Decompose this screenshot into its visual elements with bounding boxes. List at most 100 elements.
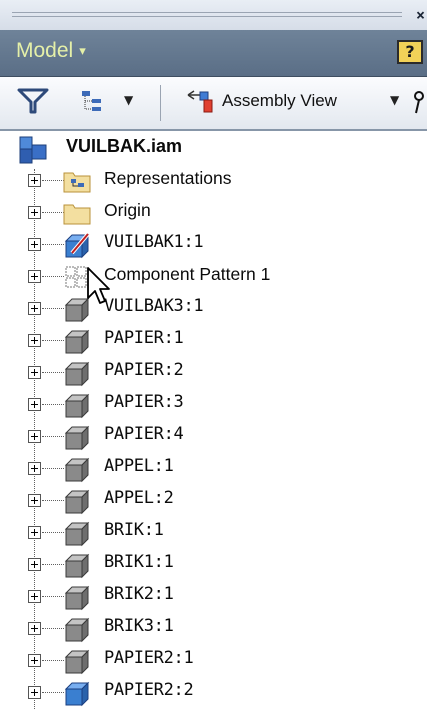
expand-icon[interactable] [28, 686, 41, 699]
expand-icon[interactable] [28, 174, 41, 187]
part-gray-icon [64, 585, 90, 611]
tree-item-label: VUILBAK3:1 [104, 296, 204, 316]
tree-item-label: Representations [104, 168, 232, 188]
toolbar-divider [160, 85, 161, 121]
expand-icon[interactable] [28, 590, 41, 603]
expand-icon[interactable] [28, 366, 41, 379]
tree-connector [42, 244, 64, 245]
tree-connector [42, 436, 64, 437]
expand-icon[interactable] [28, 654, 41, 667]
part-gray-icon [64, 361, 90, 387]
tree-connector [42, 660, 64, 661]
expand-icon[interactable] [28, 430, 41, 443]
tree-item-label: Component Pattern 1 [104, 264, 271, 284]
tree-item-appel-2[interactable]: APPEL:2 [0, 485, 427, 517]
tree-item-brik-1[interactable]: BRIK:1 [0, 517, 427, 549]
tree-item-label: PAPIER2:2 [104, 680, 194, 700]
tree-display-dropdown-icon[interactable]: ▼ [124, 93, 133, 107]
part-gray-icon [64, 521, 90, 547]
part-gray-icon [64, 329, 90, 355]
expand-icon[interactable] [28, 462, 41, 475]
tree-item-papier-2[interactable]: PAPIER:2 [0, 357, 427, 389]
mouse-pointer-icon [87, 267, 110, 304]
tree-item-brik1-1[interactable]: BRIK1:1 [0, 549, 427, 581]
expand-icon[interactable] [28, 302, 41, 315]
expand-icon[interactable] [28, 270, 41, 283]
chevron-down-icon: ▾ [79, 43, 86, 58]
tree-item-label: PAPIER:3 [104, 392, 184, 412]
tree-connector [42, 180, 64, 181]
tree-item-label: PAPIER2:1 [104, 648, 194, 668]
tree-connector [42, 532, 64, 533]
tree-item-label: APPEL:2 [104, 488, 174, 508]
tree-item-papier2-1[interactable]: PAPIER2:1 [0, 645, 427, 677]
tree-item-representations[interactable]: Representations [0, 165, 427, 197]
edit-part-icon [64, 232, 90, 259]
part-gray-icon [64, 649, 90, 675]
tree-item-vuilbak3[interactable]: VUILBAK3:1 [0, 293, 427, 325]
tree-item-papier2-2[interactable]: PAPIER2:2 [0, 677, 427, 709]
tree-item-label: Origin [104, 200, 151, 220]
tree-item-papier-1[interactable]: PAPIER:1 [0, 325, 427, 357]
part-blue-icon [64, 681, 90, 707]
tree-item-label: PAPIER:2 [104, 360, 184, 380]
expand-icon[interactable] [28, 334, 41, 347]
tree-item-vuilbak1[interactable]: VUILBAK1:1 [0, 229, 427, 261]
tree-connector [42, 692, 64, 693]
expand-icon[interactable] [28, 238, 41, 251]
part-gray-icon [64, 457, 90, 483]
expand-icon[interactable] [28, 398, 41, 411]
tree-item-brik2-1[interactable]: BRIK2:1 [0, 581, 427, 613]
tree-connector [42, 372, 64, 373]
tree-item-papier-4[interactable]: PAPIER:4 [0, 421, 427, 453]
tree-connector [42, 308, 64, 309]
tree-display-icon[interactable] [80, 89, 106, 115]
grip-line [12, 12, 402, 13]
part-gray-icon [64, 553, 90, 579]
tree-connector [42, 276, 64, 277]
tree-item-label: BRIK2:1 [104, 584, 174, 604]
pin-icon[interactable] [410, 89, 427, 117]
tree-item-label: BRIK:1 [104, 520, 164, 540]
model-menu-button[interactable]: Model ▾ [16, 39, 86, 63]
tree-root-node[interactable]: VUILBAK.iam [0, 133, 427, 165]
browser-toolbar: ▼ Assembly View ▼ [0, 77, 427, 131]
tree-item-label: PAPIER:1 [104, 328, 184, 348]
assembly-view-label[interactable]: Assembly View [222, 91, 337, 111]
tree-root-label: VUILBAK.iam [66, 136, 183, 156]
expand-icon[interactable] [28, 206, 41, 219]
browser-title-bar: Model ▾ ? [0, 30, 427, 77]
tree-connector [42, 404, 64, 405]
tree-item-papier-3[interactable]: PAPIER:3 [0, 389, 427, 421]
tree-item-brik3-1[interactable]: BRIK3:1 [0, 613, 427, 645]
tree-item-appel-1[interactable]: APPEL:1 [0, 453, 427, 485]
tree-connector [42, 468, 64, 469]
assembly-icon [19, 136, 47, 164]
part-gray-icon [64, 425, 90, 451]
tree-connector [42, 628, 64, 629]
assembly-view-icon[interactable] [186, 87, 216, 117]
help-icon[interactable]: ? [397, 40, 423, 64]
tree-connector [42, 212, 64, 213]
panel-title: Model [16, 39, 74, 62]
part-gray-icon [64, 617, 90, 643]
close-icon[interactable]: × [416, 6, 425, 24]
tree-item-label: VUILBAK1:1 [104, 232, 204, 252]
view-dropdown-icon[interactable]: ▼ [390, 93, 399, 107]
expand-icon[interactable] [28, 622, 41, 635]
expand-icon[interactable] [28, 558, 41, 571]
tree-item-component-pattern[interactable]: Component Pattern 1 [0, 261, 427, 293]
tree-item-origin[interactable]: Origin [0, 197, 427, 229]
tree-item-label: BRIK1:1 [104, 552, 174, 572]
funnel-icon[interactable] [17, 87, 49, 115]
folder-icon [63, 204, 91, 225]
expand-icon[interactable] [28, 526, 41, 539]
tree-item-label: PAPIER:4 [104, 424, 184, 444]
panel-grip-bar[interactable]: × [0, 0, 427, 31]
tree-item-label: APPEL:1 [104, 456, 174, 476]
grip-line [12, 16, 402, 17]
tree-connector [42, 500, 64, 501]
expand-icon[interactable] [28, 494, 41, 507]
tree-connector [42, 596, 64, 597]
tree-connector [42, 340, 64, 341]
